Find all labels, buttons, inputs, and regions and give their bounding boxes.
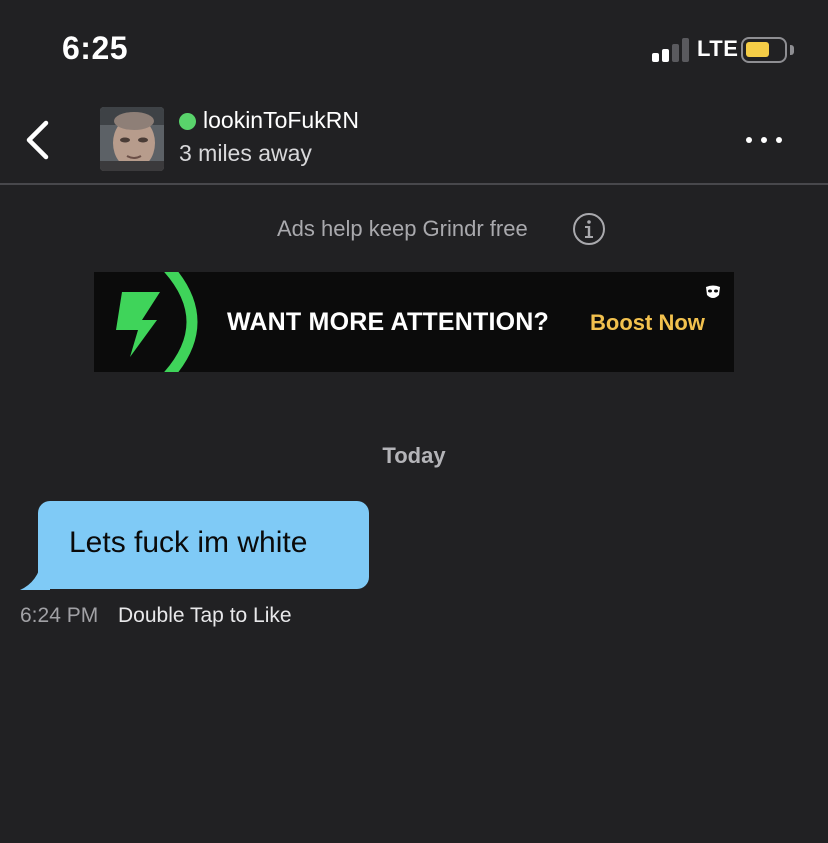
ellipsis-icon: [746, 137, 752, 143]
status-time: 6:25: [62, 30, 129, 66]
back-button[interactable]: [18, 115, 62, 165]
battery-cap: [790, 45, 794, 55]
status-bar: 6:25 LTE: [0, 0, 828, 95]
profile-distance: 3 miles away: [179, 140, 312, 166]
more-options-button[interactable]: [738, 127, 790, 153]
battery-level: [746, 42, 769, 57]
date-divider: Today: [382, 443, 446, 468]
avatar-photo: [100, 107, 164, 171]
battery-icon: [741, 37, 787, 63]
message-text: Lets fuck im white: [69, 526, 308, 559]
chevron-left-icon: [26, 120, 49, 160]
chat-header: lookinToFukRN 3 miles away: [0, 95, 828, 185]
double-tap-like-hint[interactable]: Double Tap to Like: [118, 604, 292, 628]
avatar[interactable]: [100, 107, 164, 171]
chat-screen: 6:25 LTE lookinToFukRN 3 miles away Ads …: [0, 0, 828, 843]
ads-notice: Ads help keep Grindr free: [277, 216, 528, 241]
grindr-mask-icon: [706, 285, 720, 298]
info-icon[interactable]: [572, 212, 606, 246]
message-timestamp: 6:24 PM: [20, 604, 99, 627]
ad-headline: WANT MORE ATTENTION?: [227, 308, 550, 336]
signal-strength-icon: [652, 38, 690, 62]
ad-banner[interactable]: WANT MORE ATTENTION? Boost Now: [94, 272, 734, 372]
lightning-bolt-icon: [116, 272, 198, 372]
boost-now-link[interactable]: Boost Now: [590, 310, 705, 336]
message-bubble[interactable]: Lets fuck im white: [38, 501, 369, 589]
profile-name[interactable]: lookinToFukRN: [203, 107, 359, 134]
network-type: LTE: [697, 36, 739, 61]
online-status-dot: [179, 113, 196, 130]
